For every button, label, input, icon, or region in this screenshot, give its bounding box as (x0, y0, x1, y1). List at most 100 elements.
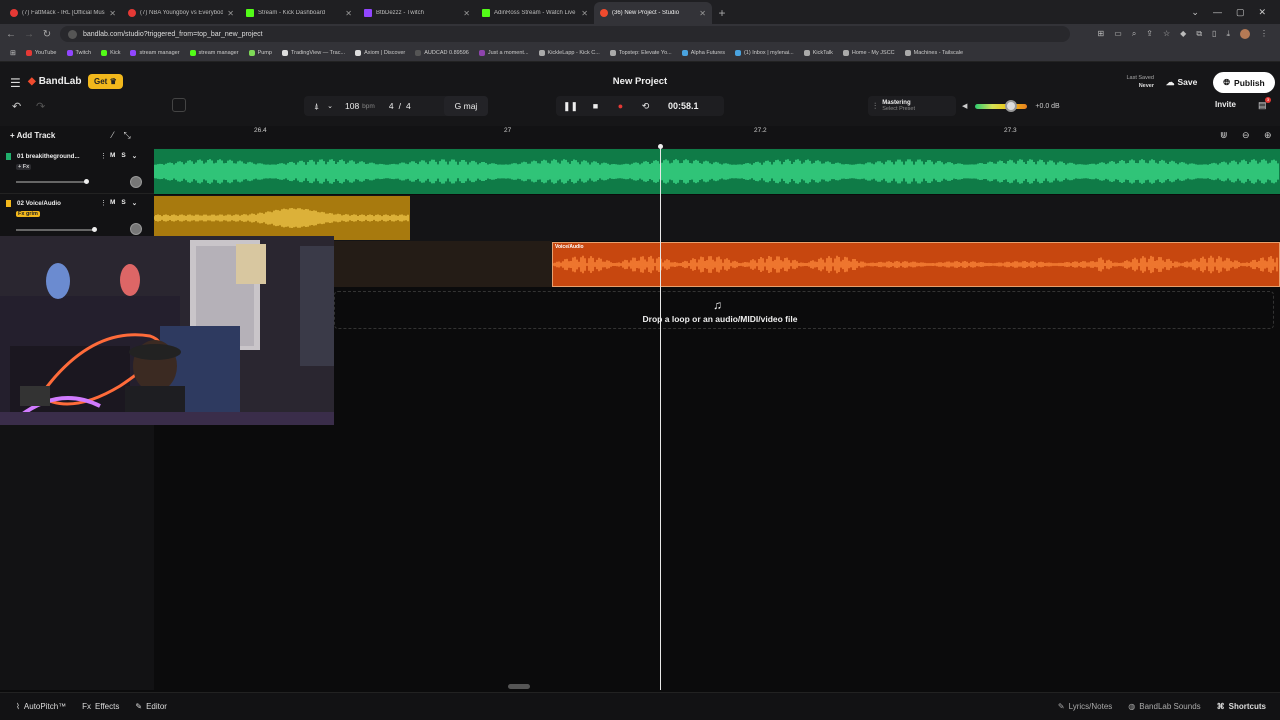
browser-tab[interactable]: (7) NBA Youngboy vs Everybody ✕ (122, 2, 240, 24)
mute-button[interactable]: M (110, 199, 115, 207)
bookmark-item[interactable]: Pump (248, 49, 272, 56)
close-icon[interactable]: ✕ (109, 9, 116, 18)
pan-knob[interactable] (130, 223, 142, 235)
audio-clip-green[interactable] (153, 149, 1280, 194)
track-row[interactable]: 02 Voice/Audio ⋮ M S ⌄ Fx grim (0, 195, 154, 241)
bookmark-item[interactable]: Axiom | Discover (355, 49, 405, 56)
track-volume-slider[interactable] (16, 227, 97, 232)
bookmark-item[interactable]: Machines - Tailscale (904, 49, 963, 56)
pause-icon[interactable]: ❚❚ (558, 101, 583, 112)
reload-icon[interactable]: ↻ (40, 29, 54, 40)
track-volume-slider[interactable] (16, 179, 89, 184)
chevron-down-icon[interactable]: ⌄ (132, 199, 137, 207)
apps-icon[interactable]: ⊞ (10, 49, 16, 57)
bookmark-item[interactable]: Just a moment... (478, 49, 529, 56)
menu-icon[interactable]: ⋮ (1260, 29, 1268, 39)
effects-button[interactable]: Fx Effects (74, 702, 127, 711)
invite-button[interactable]: Invite (1215, 100, 1236, 109)
browser-tab-active[interactable]: (36) New Project - Studio ✕ (594, 2, 712, 24)
notifications-icon[interactable]: ▤ 3 (1258, 97, 1271, 111)
tab-search-icon[interactable]: ⌄ (1191, 7, 1199, 18)
volume-slider[interactable] (975, 99, 1028, 112)
bpm-value[interactable]: 108 (345, 101, 359, 111)
fit-icon[interactable]: ⤡ (124, 130, 131, 141)
new-tab-button[interactable]: + (712, 2, 732, 24)
bookmark-item[interactable]: TradingView — Trac... (281, 49, 345, 56)
mute-button[interactable]: M (110, 152, 115, 160)
bookmark-item[interactable]: stream manager (189, 49, 239, 56)
slider-thumb[interactable] (92, 227, 97, 232)
bookmark-item[interactable]: KickTalk (803, 49, 833, 56)
close-icon[interactable]: ✕ (463, 9, 470, 18)
share-icon[interactable]: ⇪ (1146, 29, 1153, 39)
close-icon[interactable]: ✕ (345, 9, 352, 18)
autopitch-button[interactable]: ⌇ AutoPitch™ (8, 702, 74, 711)
chevron-down-icon[interactable]: ⌄ (132, 152, 137, 160)
bookmark-item[interactable]: Home - My JSCC (842, 49, 895, 56)
bookmark-item[interactable]: (1) Inbox | mylenai... (734, 49, 794, 56)
close-window-icon[interactable]: ✕ (1258, 7, 1266, 18)
editor-button[interactable]: ✎ Editor (127, 702, 175, 711)
back-icon[interactable]: ← (4, 29, 18, 40)
solo-button[interactable]: S (121, 199, 125, 207)
forward-icon[interactable]: → (22, 29, 36, 40)
profile-avatar[interactable] (1240, 29, 1250, 39)
zoom-icon[interactable]: ⌕ (1132, 29, 1136, 39)
pan-knob[interactable] (130, 176, 142, 188)
close-icon[interactable]: ✕ (581, 9, 588, 18)
metronome-icon[interactable]: ⍋ (314, 101, 319, 112)
toggle-panel-icon[interactable] (172, 98, 186, 112)
bookmark-item[interactable]: Alpha Futures (681, 49, 725, 56)
playhead[interactable] (658, 144, 663, 690)
shortcuts-button[interactable]: ⌘ Shortcuts (1209, 702, 1274, 711)
browser-tab[interactable]: BtbDezzz - Twitch ✕ (358, 2, 476, 24)
browser-tab[interactable]: (7) FattMack - IRL [Official Music ✕ (4, 2, 122, 24)
url-field[interactable]: bandlab.com/studio?triggered_from=top_ba… (60, 26, 1070, 42)
slider-thumb[interactable] (84, 179, 89, 184)
lyrics-button[interactable]: ✎ Lyrics/Notes (1050, 702, 1120, 711)
extension-icon[interactable]: ◆ (1180, 29, 1186, 39)
horizontal-scrollbar[interactable] (508, 684, 530, 689)
timeline-ruler[interactable]: 26.4 27 27.2 27.3 ⋓ ⊖ ⊕ (154, 126, 1280, 148)
zoom-out-icon[interactable]: ⊖ (1242, 130, 1250, 141)
publish-button[interactable]: 🌐︎ Publish (1213, 72, 1275, 93)
volume-knob[interactable] (1005, 99, 1018, 112)
wand-icon[interactable]: ⁄ (112, 130, 114, 141)
bookmark-item[interactable]: stream manager (130, 49, 180, 56)
minimize-icon[interactable]: — (1213, 7, 1222, 17)
track-menu-icon[interactable]: ⋮ (100, 199, 107, 207)
stop-icon[interactable]: ■ (583, 101, 608, 111)
maximize-icon[interactable]: ▢ (1236, 7, 1245, 18)
record-icon[interactable]: ● (608, 101, 633, 111)
track-name[interactable]: 02 Voice/Audio (17, 200, 95, 207)
solo-button[interactable]: S (121, 152, 125, 160)
project-title[interactable]: New Project (0, 76, 1280, 87)
close-icon[interactable]: ✕ (227, 9, 234, 18)
zoom-in-icon[interactable]: ⊕ (1264, 130, 1272, 141)
cast-icon[interactable]: ▭ (1114, 29, 1122, 39)
track-name[interactable]: 01 breakitheground... (17, 153, 95, 160)
bookmark-item[interactable]: Twitch (66, 49, 91, 56)
time-sig-den[interactable]: 4 (406, 101, 411, 111)
fx-button[interactable]: + Fx (16, 164, 32, 170)
loop-icon[interactable]: ⟲ (633, 101, 658, 112)
install-icon[interactable]: ⊞ (1098, 29, 1105, 39)
close-icon[interactable]: ✕ (699, 9, 706, 18)
browser-tab[interactable]: AdinRoss Stream - Watch Live ✕ (476, 2, 594, 24)
undo-icon[interactable]: ↶ (12, 100, 21, 113)
bookmark-item[interactable]: YouTube (25, 49, 57, 56)
snap-icon[interactable]: ⋓ (1220, 130, 1228, 141)
speaker-icon[interactable]: ◀︎ (962, 102, 967, 110)
sidebar-icon[interactable]: ▯ (1212, 29, 1216, 39)
puzzle-icon[interactable]: ⧉ (1196, 29, 1202, 39)
key-selector[interactable]: G maj (444, 96, 488, 116)
audio-clip-yellow[interactable] (153, 196, 410, 240)
chevron-down-icon[interactable]: ⌄ (327, 102, 333, 110)
bookmark-star-icon[interactable]: ☆ (1163, 29, 1170, 39)
mastering-button[interactable]: ⫶ Mastering Select Preset (868, 96, 956, 116)
fx-button[interactable]: Fx grim (16, 211, 40, 217)
track-menu-icon[interactable]: ⋮ (100, 152, 107, 160)
redo-icon[interactable]: ↷ (36, 100, 45, 113)
bookmark-item[interactable]: KickleLapp - Kick C... (538, 49, 600, 56)
download-icon[interactable]: ⤓ (1226, 29, 1230, 39)
